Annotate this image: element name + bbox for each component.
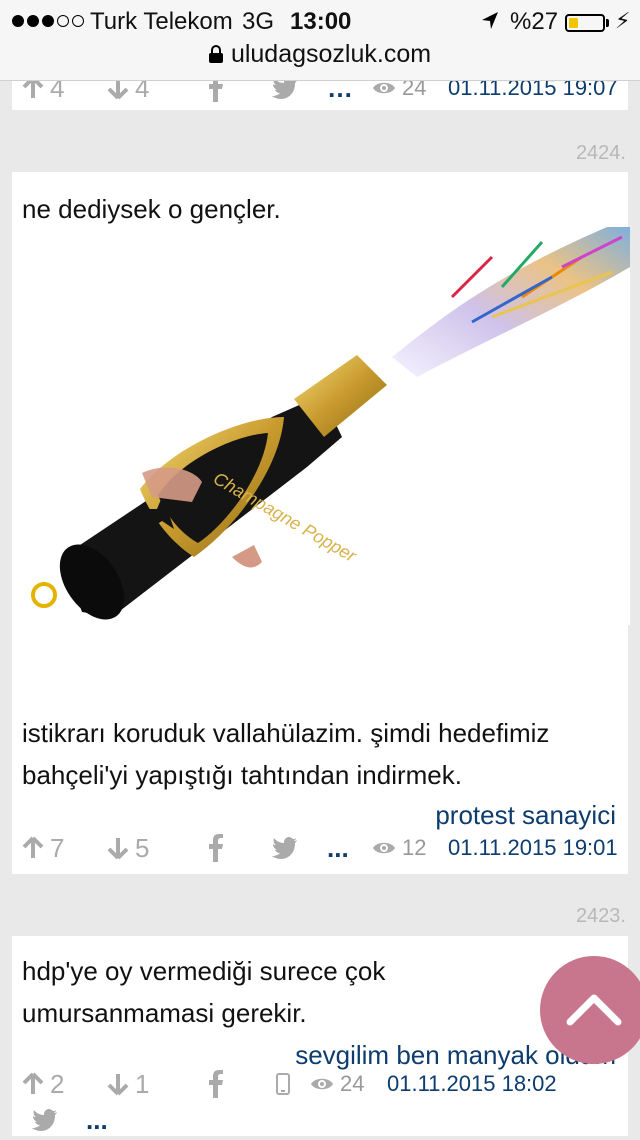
signal-strength-icon — [12, 6, 84, 36]
battery-percentage: %27 — [510, 8, 559, 35]
entry-number: 2423. — [575, 905, 626, 927]
champagne-popper-image: Champagne Popper — [22, 227, 630, 625]
entry-actions: 7 5 ... 12 01.11.2015 19:01 — [12, 828, 628, 868]
eye-icon — [373, 82, 395, 94]
arrow-up-icon — [22, 1072, 44, 1094]
charging-bolt-icon: ⚡︎ — [615, 8, 631, 33]
arrow-down-icon — [107, 838, 129, 860]
downvote-count: 1 — [135, 1068, 150, 1099]
downvote-button[interactable]: 1 — [107, 1064, 149, 1104]
arrow-down-icon — [107, 1074, 129, 1096]
view-count: 12 — [372, 828, 426, 868]
entry-text: istikrarı koruduk vallahülazim. şimdi he… — [22, 718, 550, 790]
browser-status-bar: Turk Telekom 3G 13:00 %27 ⚡︎ uludagsozlu… — [0, 0, 640, 81]
mobile-indicator — [276, 1064, 290, 1104]
twitter-icon — [32, 1109, 57, 1131]
lock-icon — [208, 45, 223, 63]
battery-icon — [565, 14, 605, 32]
more-button[interactable]: ... — [327, 828, 349, 868]
url-text: uludagsozluk.com — [230, 40, 432, 68]
entry-card: ne dediysek o gençler. Champagne Popper … — [12, 172, 630, 874]
entry-card: hdp'ye oy vermediği surece çok umursanma… — [12, 936, 628, 1136]
address-bar[interactable]: uludagsozluk.com — [0, 40, 640, 72]
more-button[interactable]: ... — [86, 1100, 108, 1140]
entry-text: hdp'ye oy vermediği surece çok umursanma… — [22, 956, 386, 1028]
facebook-share-button[interactable] — [208, 1064, 224, 1104]
facebook-share-button[interactable] — [208, 828, 224, 868]
location-arrow-icon — [482, 12, 498, 29]
twitter-icon — [272, 837, 297, 859]
twitter-share-button[interactable] — [272, 828, 298, 868]
chevron-up-icon — [566, 994, 622, 1026]
facebook-icon — [209, 834, 223, 862]
arrow-up-icon — [22, 836, 44, 858]
view-count: 24 — [310, 1064, 364, 1104]
eye-icon — [311, 1078, 333, 1090]
entry-text: ne dediysek o gençler. — [22, 194, 281, 224]
mobile-icon — [276, 1073, 290, 1095]
carrier-name: Turk Telekom — [90, 8, 233, 35]
downvote-button[interactable]: 5 — [107, 828, 149, 868]
upvote-count: 2 — [50, 1068, 65, 1099]
entry-actions-second-row: ... — [12, 1100, 628, 1140]
scroll-to-top-button[interactable] — [540, 956, 640, 1064]
entry-date-link[interactable]: 01.11.2015 19:01 — [448, 828, 618, 868]
downvote-count: 5 — [135, 832, 150, 863]
entry-number: 2424. — [575, 142, 626, 164]
twitter-share-button[interactable] — [32, 1100, 58, 1140]
eye-icon — [373, 842, 395, 854]
upvote-count: 7 — [50, 832, 65, 863]
facebook-icon — [209, 1070, 223, 1098]
network-type: 3G — [242, 8, 275, 35]
clock: 13:00 — [290, 8, 352, 35]
entry-date-link[interactable]: 01.11.2015 18:02 — [387, 1064, 557, 1104]
upvote-button[interactable]: 2 — [22, 1064, 64, 1104]
entry-actions: 2 1 24 01.11.2015 18:02 — [12, 1064, 628, 1104]
author-link[interactable]: protest sanayici — [435, 800, 616, 831]
upvote-button[interactable]: 7 — [22, 828, 64, 868]
